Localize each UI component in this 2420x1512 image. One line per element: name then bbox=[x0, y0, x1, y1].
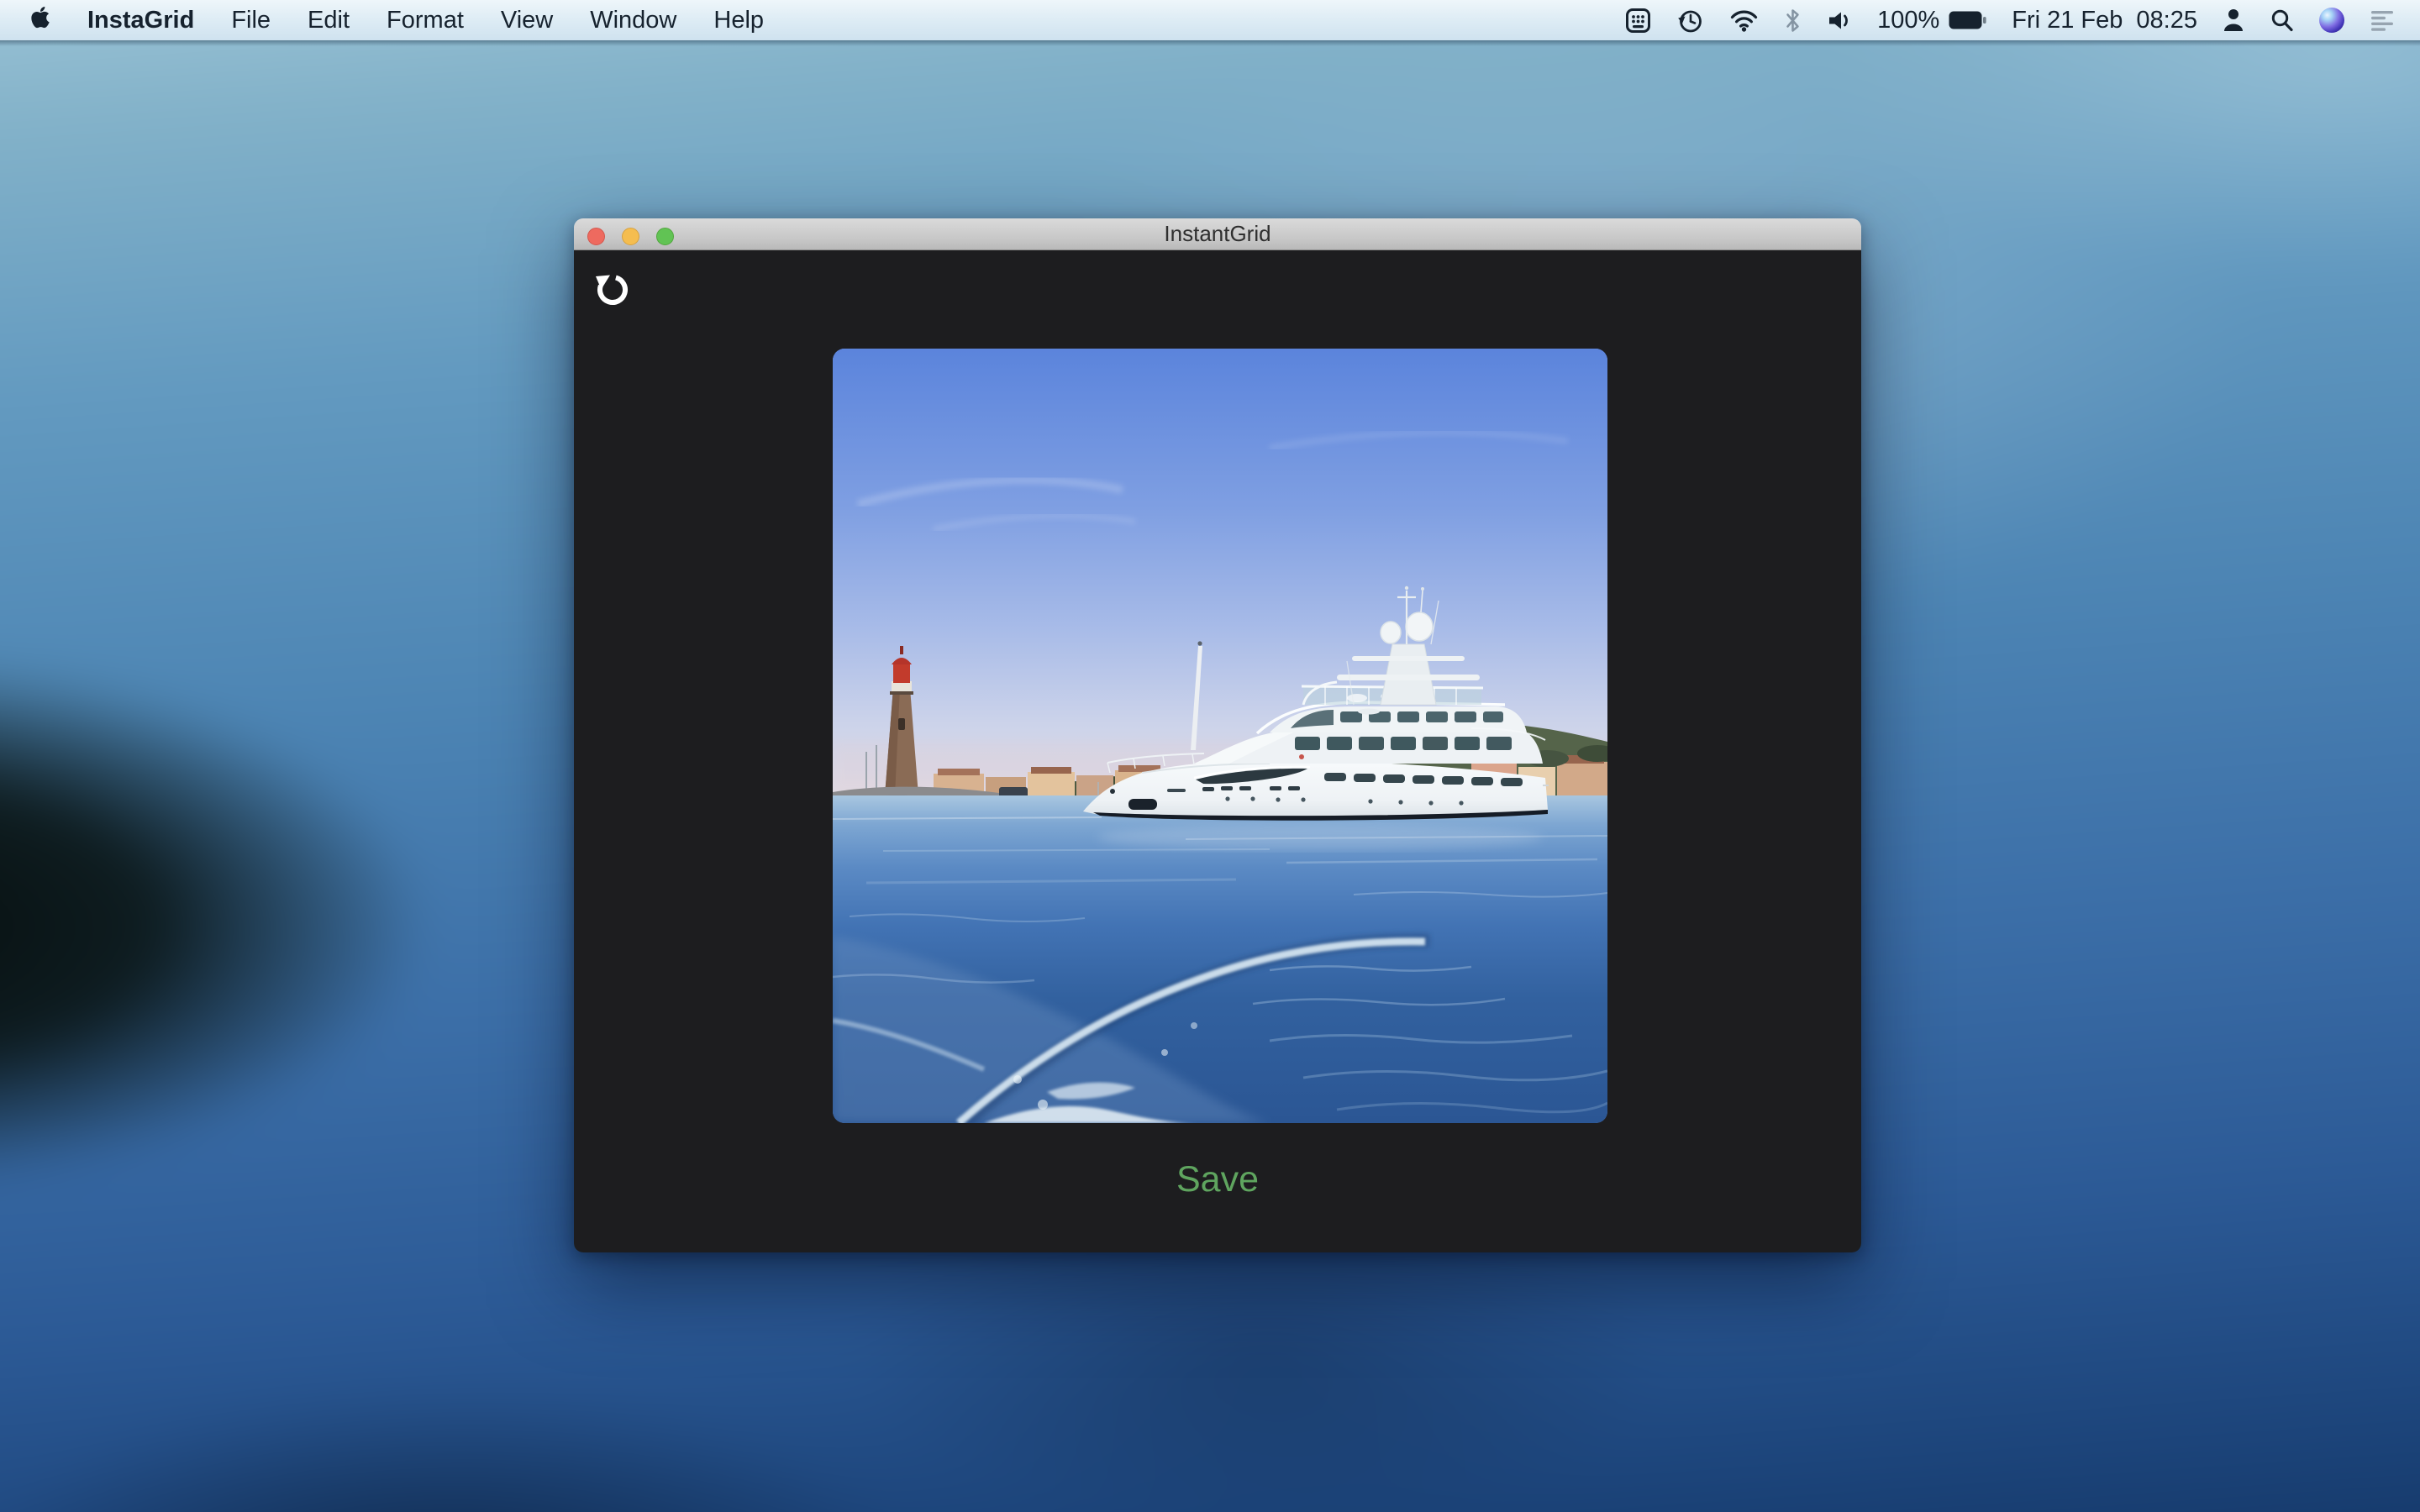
user-icon bbox=[2223, 8, 2244, 33]
wifi-menu[interactable] bbox=[1729, 8, 1759, 32]
time-text: 08:25 bbox=[2136, 7, 2197, 34]
search-icon bbox=[2270, 8, 2294, 33]
apple-icon bbox=[30, 5, 50, 29]
battery-percent: 100% bbox=[1877, 7, 1939, 34]
menu-bar-shadow bbox=[0, 40, 2420, 46]
spotlight-menu[interactable] bbox=[2270, 8, 2294, 33]
window-content: Save bbox=[574, 250, 1861, 1252]
battery-icon bbox=[1948, 8, 1986, 32]
keyboard-viewer-icon bbox=[1625, 8, 1651, 34]
rotate-left-icon bbox=[593, 269, 630, 306]
menu-bar-status: 100% Fri 21 Feb 08:25 bbox=[1625, 7, 2395, 34]
clock-menu[interactable]: Fri 21 Feb 08:25 bbox=[2012, 7, 2197, 34]
app-menu-instagrid[interactable]: InstaGrid bbox=[87, 7, 194, 34]
undo-button[interactable] bbox=[593, 269, 630, 306]
wifi-icon bbox=[1729, 8, 1759, 32]
volume-menu[interactable] bbox=[1827, 9, 1852, 32]
apple-menu[interactable] bbox=[30, 5, 50, 36]
menu-help[interactable]: Help bbox=[713, 7, 764, 34]
menu-file[interactable]: File bbox=[231, 7, 271, 34]
yacht-photo bbox=[833, 349, 1607, 1123]
window-titlebar[interactable]: InstantGrid bbox=[574, 218, 1861, 250]
menu-view[interactable]: View bbox=[501, 7, 553, 34]
menu-edit[interactable]: Edit bbox=[308, 7, 350, 34]
notification-center-menu[interactable] bbox=[2370, 9, 2395, 31]
battery-menu[interactable]: 100% bbox=[1877, 7, 1986, 34]
menu-bar: InstaGrid File Edit Format View Window H… bbox=[0, 0, 2420, 40]
siri-icon bbox=[2319, 8, 2344, 33]
date-text: Fri 21 Feb bbox=[2012, 7, 2123, 34]
menu-bar-left: InstaGrid File Edit Format View Window H… bbox=[30, 5, 764, 36]
menu-window[interactable]: Window bbox=[590, 7, 676, 34]
volume-icon bbox=[1827, 9, 1852, 32]
keyboard-viewer-menu[interactable] bbox=[1625, 8, 1651, 34]
zoom-button[interactable] bbox=[656, 228, 674, 245]
minimize-button[interactable] bbox=[622, 228, 639, 245]
user-menu[interactable] bbox=[2223, 8, 2244, 33]
close-button[interactable] bbox=[587, 228, 605, 245]
time-machine-menu[interactable] bbox=[1676, 7, 1704, 34]
window-controls bbox=[587, 228, 674, 245]
bluetooth-icon bbox=[1784, 8, 1802, 34]
yacht-photo-illustration bbox=[833, 349, 1607, 1123]
instantgrid-window: InstantGrid bbox=[574, 218, 1861, 1252]
time-machine-icon bbox=[1676, 7, 1704, 34]
menu-format[interactable]: Format bbox=[387, 7, 464, 34]
bluetooth-menu[interactable] bbox=[1784, 8, 1802, 34]
notification-list-icon bbox=[2370, 9, 2395, 31]
save-button[interactable]: Save bbox=[574, 1159, 1861, 1200]
siri-menu[interactable] bbox=[2319, 8, 2344, 33]
window-title: InstantGrid bbox=[1164, 221, 1270, 247]
